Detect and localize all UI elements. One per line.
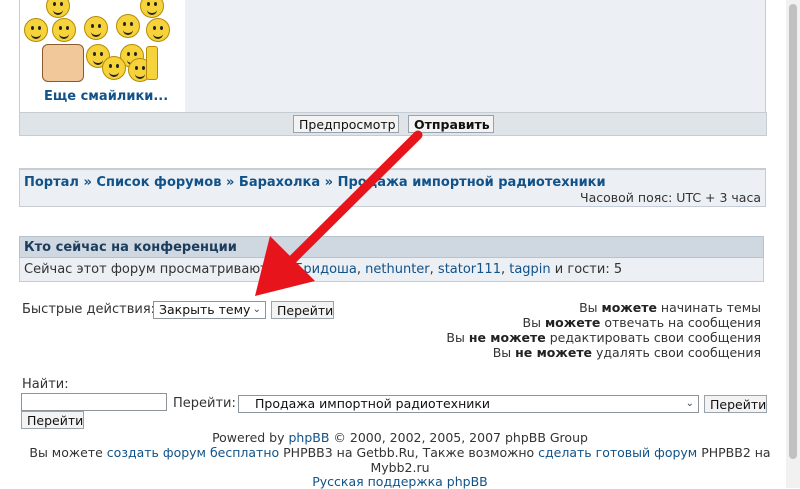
- breadcrumb-current-forum[interactable]: Продажа импортной радиотехники: [338, 175, 606, 190]
- phpbb-support-link[interactable]: Русская поддержка phpBB: [312, 474, 488, 489]
- scrollbar-thumb[interactable]: [789, 4, 797, 459]
- quick-actions-select[interactable]: Закрыть тему ⌄: [153, 301, 266, 319]
- breadcrumb-separator: »: [225, 175, 235, 190]
- jump-label: Перейти:: [173, 396, 236, 411]
- quick-actions-go-button[interactable]: Перейти: [271, 301, 334, 319]
- smiley-icon[interactable]: [46, 0, 70, 18]
- phpbb-link[interactable]: phpBB: [289, 430, 330, 445]
- user-link[interactable]: Ж.Бридоша: [276, 262, 357, 277]
- smilies-panel: Еще смайлики...: [19, 0, 186, 112]
- search-input[interactable]: [21, 393, 167, 411]
- people-smiley-icon[interactable]: [42, 44, 84, 82]
- search-go-button[interactable]: Перейти: [21, 411, 84, 429]
- post-buttons-bar: Предпросмотр Отправить: [19, 112, 767, 136]
- exclamation-smiley-icon[interactable]: [146, 46, 158, 80]
- breadcrumb-separator: »: [83, 175, 92, 190]
- smiley-icon[interactable]: [24, 18, 48, 42]
- timezone-label: Часовой пояс: UTC + 3 часа: [580, 190, 761, 205]
- footer-support: Русская поддержка phpBB: [0, 474, 800, 489]
- breadcrumb-separator: »: [324, 175, 334, 190]
- user-link[interactable]: tagpin: [509, 262, 550, 277]
- footer-mybb: Mybb2.ru: [370, 460, 430, 475]
- smiley-icon[interactable]: [52, 18, 76, 42]
- smiley-icon[interactable]: [84, 16, 108, 40]
- submit-button[interactable]: Отправить: [408, 115, 494, 133]
- permissions-list: Вы можете начинать темы Вы можете отвеча…: [446, 300, 761, 360]
- breadcrumb-baraholka[interactable]: Барахолка: [239, 175, 320, 190]
- chevron-down-icon: ⌄: [685, 398, 694, 409]
- breadcrumb-portal[interactable]: Портал: [24, 175, 79, 190]
- whois-prefix: Сейчас этот форум просматривают:: [24, 262, 277, 277]
- user-link[interactable]: nethunter: [365, 262, 430, 277]
- ready-forum-link[interactable]: сделать готовый форум: [538, 445, 697, 460]
- search-label: Найти:: [22, 377, 69, 392]
- permission-line: Вы можете начинать темы: [579, 300, 761, 315]
- more-smilies-link[interactable]: Еще смайлики...: [44, 89, 168, 104]
- smiley-icon[interactable]: [140, 0, 164, 18]
- jump-go-button[interactable]: Перейти: [704, 395, 767, 413]
- whois-body: Сейчас этот форум просматривают: Ж.Бридо…: [19, 258, 764, 282]
- whois-suffix: и гости: 5: [550, 262, 623, 277]
- permission-line: Вы не можете удалять свои сообщения: [492, 345, 761, 360]
- permission-line: Вы не можете редактировать свои сообщени…: [446, 330, 761, 345]
- smiley-icon[interactable]: [102, 56, 126, 80]
- jump-select[interactable]: Продажа импортной радиотехники ⌄: [238, 395, 699, 413]
- quick-actions-label: Быстрые действия:: [22, 302, 156, 317]
- preview-button[interactable]: Предпросмотр: [293, 115, 399, 133]
- message-area[interactable]: [185, 0, 766, 112]
- breadcrumb-forum-list[interactable]: Список форумов: [96, 175, 221, 190]
- breadcrumb: Портал » Список форумов » Барахолка » Пр…: [24, 175, 606, 190]
- smiley-icon[interactable]: [116, 14, 140, 38]
- jump-selected: Продажа импортной радиотехники: [255, 396, 491, 411]
- create-forum-link[interactable]: создать форум бесплатно: [107, 445, 279, 460]
- whois-heading: Кто сейчас на конференции: [19, 236, 764, 258]
- footer-promo: Вы можете создать форум бесплатно PHPBB3…: [29, 445, 771, 460]
- smiley-icon[interactable]: [146, 18, 170, 42]
- breadcrumb-bar: Портал » Список форумов » Барахолка » Пр…: [19, 168, 766, 207]
- footer-powered: Powered by phpBB © 2000, 2002, 2005, 200…: [212, 430, 588, 445]
- quick-actions-selected: Закрыть тему: [159, 302, 251, 317]
- permission-line: Вы можете отвечать на сообщения: [522, 315, 761, 330]
- user-link[interactable]: stator111: [438, 262, 501, 277]
- chevron-down-icon: ⌄: [252, 304, 261, 315]
